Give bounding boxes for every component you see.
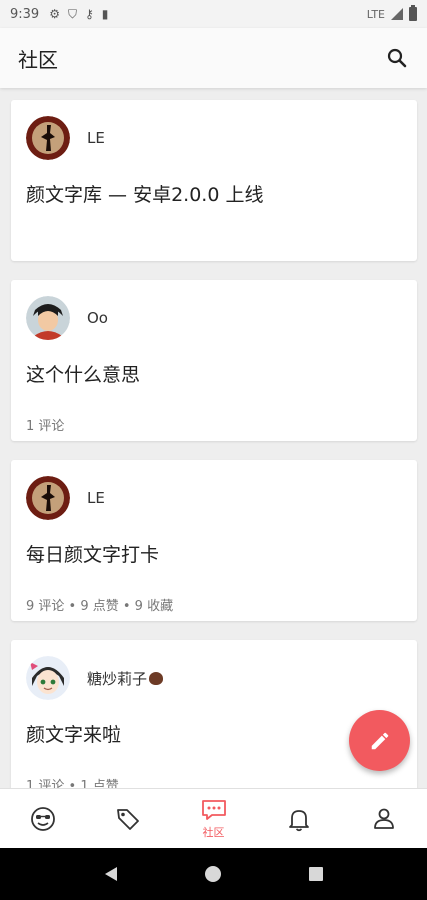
post-text: 颜文字库 — 安卓2.0.0 上线 — [26, 184, 264, 206]
system-navigation-bar — [0, 848, 427, 900]
nav-profile[interactable] — [342, 789, 427, 848]
battery-icon — [409, 5, 417, 21]
post-card[interactable]: LE 颜文字库 — 安卓2.0.0 上线 — [11, 100, 417, 261]
pencil-icon — [371, 732, 388, 749]
search-icon[interactable] — [385, 46, 409, 70]
post-card[interactable]: Oo 这个什么意思 1 评论 — [11, 280, 417, 441]
nav-emoji[interactable] — [0, 789, 85, 848]
nav-community[interactable]: 社区 — [171, 789, 256, 848]
tag-icon — [117, 808, 140, 830]
settings-status-icon: ⚙ — [49, 7, 60, 21]
chestnut-emoji-icon — [149, 671, 164, 685]
post-meta: 1 评论 — [26, 419, 65, 434]
post-text: 每日颜文字打卡 — [26, 544, 160, 566]
nav-tags[interactable] — [85, 789, 170, 848]
avatar[interactable] — [26, 296, 70, 340]
back-icon[interactable] — [102, 865, 120, 883]
sdcard-status-icon: ▮ — [101, 7, 109, 21]
home-icon[interactable] — [204, 865, 222, 883]
emoji-icon — [30, 806, 55, 831]
chat-icon — [201, 799, 226, 820]
post-text: 颜文字来啦 — [26, 724, 122, 746]
post-author[interactable]: LE — [87, 489, 105, 507]
page-title: 社区 — [18, 47, 58, 72]
post-author[interactable]: Oo — [87, 309, 108, 327]
shield-status-icon: ⛉ — [67, 6, 77, 21]
post-author[interactable]: LE — [87, 129, 105, 147]
avatar[interactable] — [26, 116, 70, 160]
post-author[interactable]: 糖炒莉子 — [87, 668, 164, 689]
signal-icon — [391, 8, 403, 20]
nav-notifications[interactable] — [256, 789, 341, 848]
recents-icon[interactable] — [307, 865, 325, 883]
key-status-icon: ⚷ — [84, 7, 94, 21]
status-bar: 9:39 ⚙ ⛉ ⚷ ▮ LTE — [0, 0, 427, 28]
network-type: LTE — [366, 7, 385, 21]
post-card[interactable]: LE 每日颜文字打卡 9 评论 • 9 点赞 • 9 收藏 — [11, 460, 417, 621]
post-meta: 1 评论 • 1 点赞 — [26, 779, 119, 788]
status-time: 9:39 — [10, 6, 40, 22]
app-bar: 社区 — [0, 28, 427, 88]
compose-button[interactable] — [349, 710, 410, 771]
post-feed[interactable]: LE 颜文字库 — 安卓2.0.0 上线 Oo 这个什么意思 1 评论 LE 每… — [0, 88, 427, 788]
person-icon — [374, 808, 395, 829]
post-meta: 9 评论 • 9 点赞 • 9 收藏 — [26, 599, 174, 614]
nav-community-label: 社区 — [202, 825, 225, 839]
avatar[interactable] — [26, 476, 70, 520]
bottom-navigation: 社区 — [0, 788, 427, 848]
avatar[interactable] — [26, 656, 70, 700]
bell-icon — [289, 809, 309, 831]
post-text: 这个什么意思 — [26, 364, 141, 386]
post-card[interactable]: 糖炒莉子 颜文字来啦 1 评论 • 1 点赞 — [11, 640, 417, 788]
